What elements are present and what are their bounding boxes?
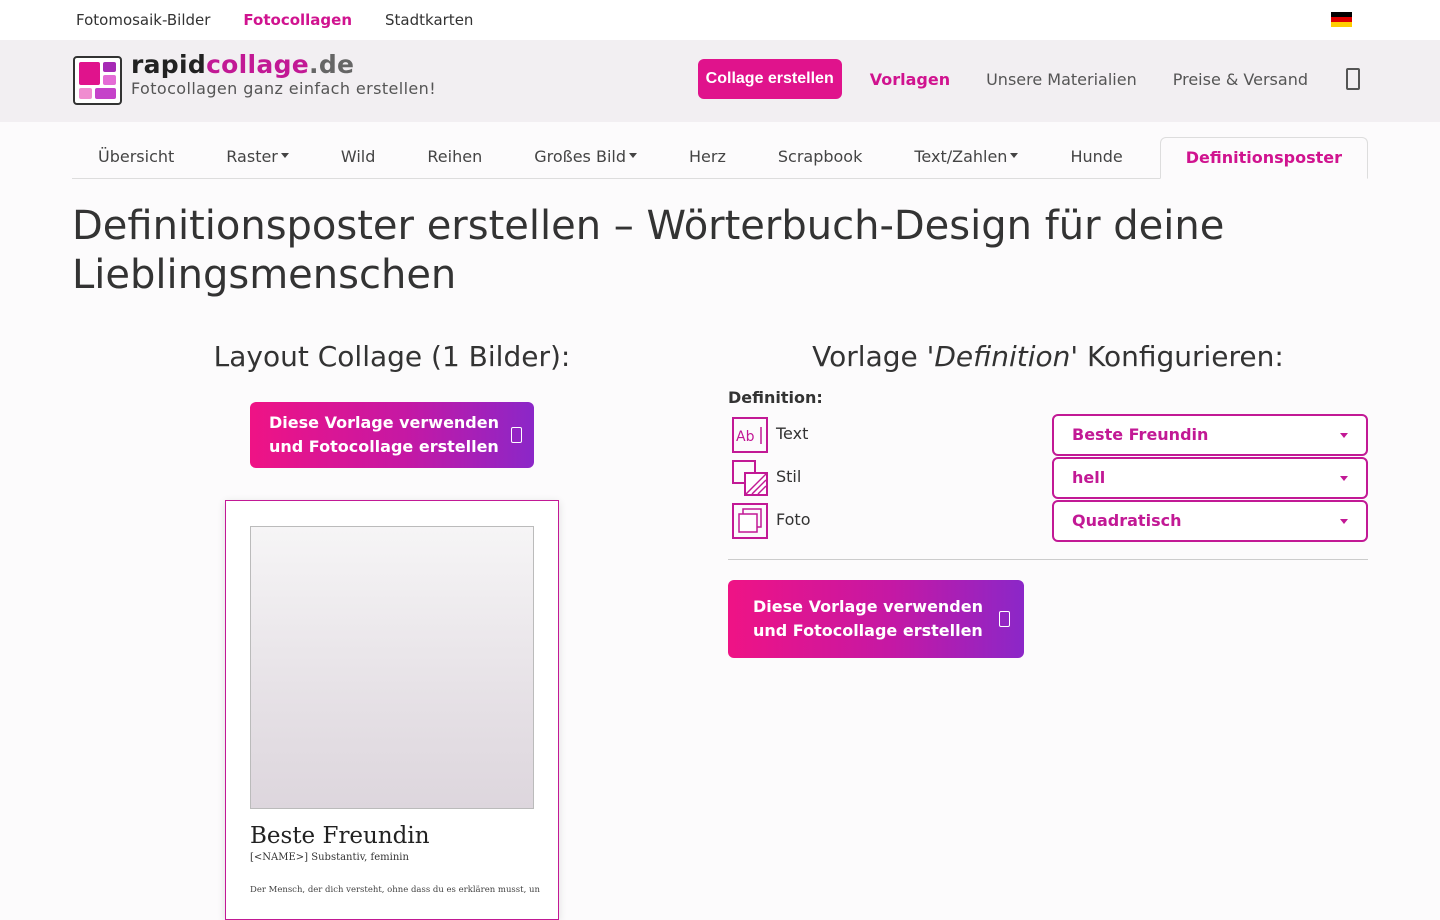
- text-field-icon: Ab: [732, 417, 768, 453]
- use-template-button-left[interactable]: Diese Vorlage verwenden und Fotocollage e…: [250, 402, 534, 468]
- nav-materialien[interactable]: Unsere Materialien: [986, 70, 1137, 89]
- option-row-foto: Foto Quadratisch: [728, 500, 1368, 542]
- top-bar: Fotomosaik-Bilder Fotocollagen Stadtkart…: [0, 0, 1440, 40]
- tab-raster[interactable]: Raster: [200, 137, 315, 179]
- option-label-text: Text: [776, 424, 809, 443]
- option-row-text: Ab Text Beste Freundin: [728, 414, 1368, 456]
- topbar-link-fotocollagen[interactable]: Fotocollagen: [243, 11, 352, 29]
- poster-subline: [<NAME>] Substantiv, feminin: [250, 852, 409, 863]
- caret-down-icon: [280, 153, 289, 158]
- tab-uebersicht[interactable]: Übersicht: [72, 137, 200, 179]
- tab-scrapbook[interactable]: Scrapbook: [752, 137, 889, 179]
- brand-name: rapidcollage.de: [131, 50, 355, 79]
- definition-label: Definition:: [728, 388, 823, 407]
- photo-placeholder[interactable]: [250, 526, 534, 809]
- caret-down-icon: [1010, 153, 1019, 158]
- tab-reihen[interactable]: Reihen: [401, 137, 508, 179]
- caret-down-icon: [1340, 476, 1348, 481]
- tab-herz[interactable]: Herz: [663, 137, 752, 179]
- topbar-link-stadtkarten[interactable]: Stadtkarten: [385, 11, 473, 29]
- caret-down-icon: [1340, 519, 1348, 524]
- photo-icon: [732, 503, 768, 539]
- logo-icon[interactable]: [73, 56, 122, 105]
- option-label-stil: Stil: [776, 467, 802, 486]
- nav-vorlagen[interactable]: Vorlagen: [870, 70, 950, 89]
- brand[interactable]: rapidcollage.de Fotocollagen ganz einfac…: [131, 50, 436, 98]
- tab-wild[interactable]: Wild: [315, 137, 402, 179]
- svg-text:Ab: Ab: [736, 429, 755, 445]
- divider: [728, 559, 1368, 560]
- category-tabs: Übersicht Raster Wild Reihen Großes Bild…: [72, 137, 1368, 179]
- tab-definitionsposter[interactable]: Definitionsposter: [1159, 137, 1368, 179]
- text-select[interactable]: Beste Freundin: [1052, 414, 1368, 456]
- style-icon: [732, 460, 768, 496]
- caret-down-icon: [1340, 433, 1348, 438]
- option-row-stil: Stil hell: [728, 457, 1368, 499]
- arrow-right-icon: [999, 611, 1010, 627]
- poster-definition: Der Mensch, der dich versteht, ohne dass…: [250, 885, 540, 895]
- tab-text-zahlen[interactable]: Text/Zahlen: [888, 137, 1044, 179]
- stil-select[interactable]: hell: [1052, 457, 1368, 499]
- collage-create-button[interactable]: Collage erstellen: [697, 59, 842, 99]
- arrow-right-icon: [511, 427, 522, 443]
- nav-preise[interactable]: Preise & Versand: [1173, 70, 1308, 89]
- german-flag-icon[interactable]: [1331, 12, 1352, 27]
- foto-select[interactable]: Quadratisch: [1052, 500, 1368, 542]
- header-nav: Collage erstellen Vorlagen Unsere Materi…: [697, 59, 1360, 99]
- poster-preview[interactable]: Beste Freundin [<NAME>] Substantiv, femi…: [225, 500, 559, 920]
- use-template-button-right[interactable]: Diese Vorlage verwenden und Fotocollage e…: [728, 580, 1024, 658]
- layout-heading: Layout Collage (1 Bilder):: [213, 340, 571, 373]
- page-title: Definitionsposter erstellen – Wörterbuch…: [72, 203, 1225, 298]
- topbar-link-fotomosaik[interactable]: Fotomosaik-Bilder: [76, 11, 210, 29]
- caret-down-icon: [629, 153, 637, 158]
- brand-tagline: Fotocollagen ganz einfach erstellen!: [131, 79, 437, 98]
- poster-word: Beste Freundin: [250, 823, 430, 849]
- site-header: rapidcollage.de Fotocollagen ganz einfac…: [0, 40, 1440, 122]
- option-label-foto: Foto: [776, 510, 811, 529]
- cart-icon[interactable]: [1346, 68, 1360, 90]
- tab-grosses-bild[interactable]: Großes Bild: [508, 137, 663, 179]
- tab-hunde[interactable]: Hunde: [1044, 137, 1148, 179]
- config-heading: Vorlage 'Definition' Konfigurieren:: [812, 340, 1284, 373]
